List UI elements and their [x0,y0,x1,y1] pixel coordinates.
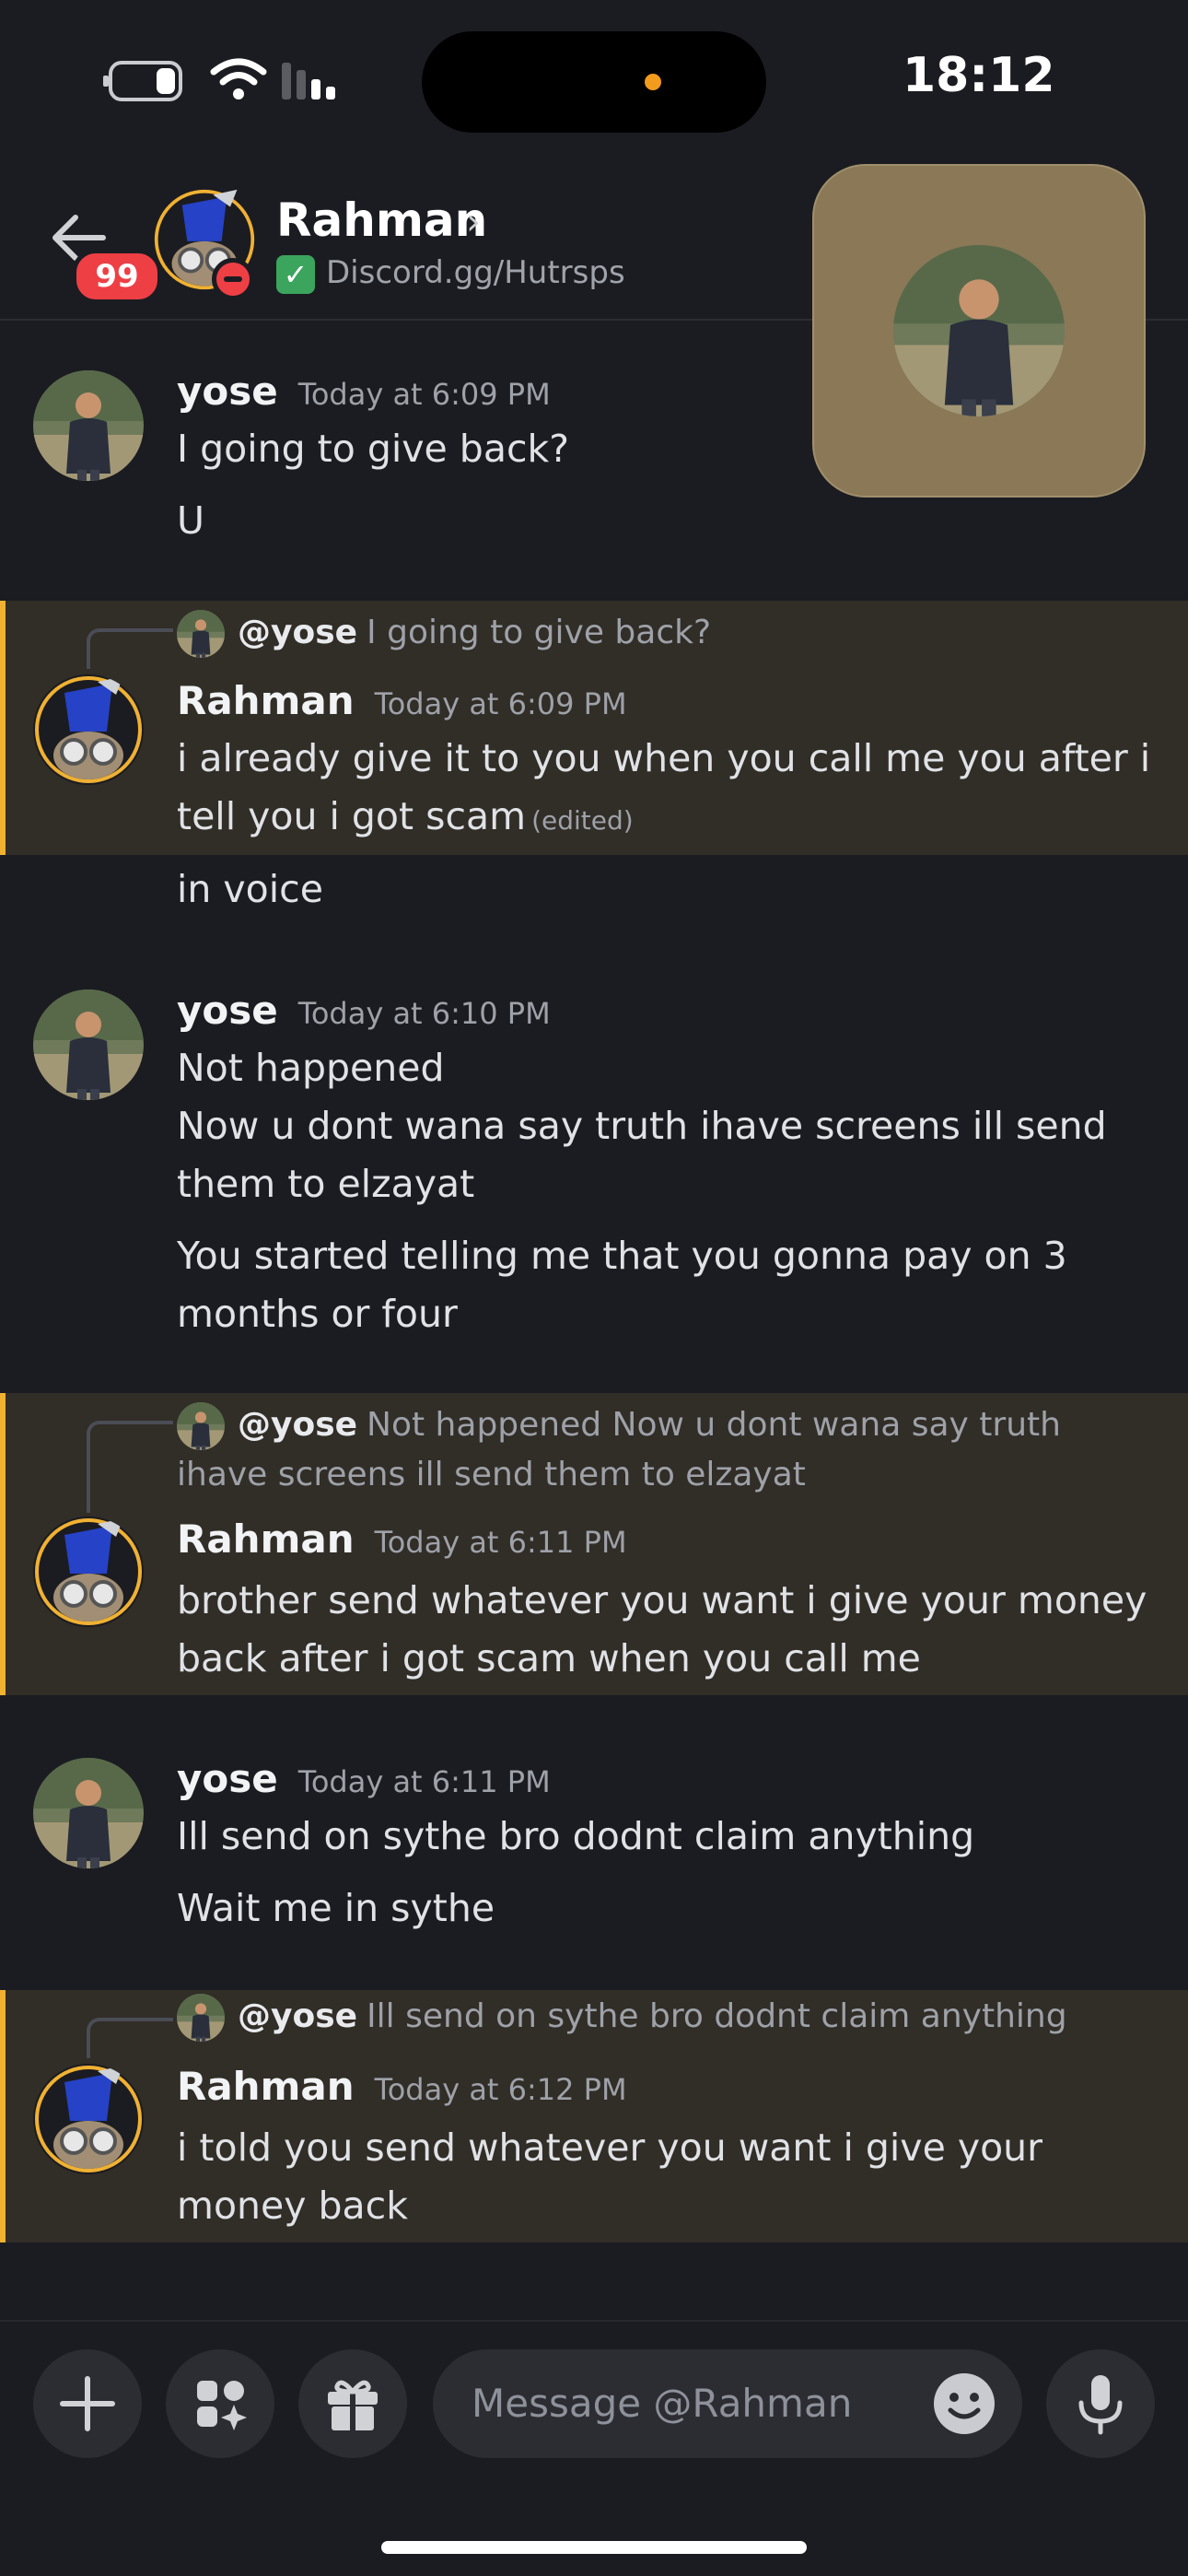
emoji-icon[interactable] [934,2373,995,2434]
message-text[interactable]: You started telling me that you gonna pa… [177,1227,1153,1343]
message-text[interactable]: Not happened [177,1039,1153,1097]
message-author[interactable]: yose Today at 6:11 PM [177,1756,551,1801]
avatar [177,1994,225,2042]
do-not-disturb-icon [212,258,254,300]
avatar[interactable] [33,2064,144,2174]
signal-icon [282,61,346,105]
dynamic-island [422,31,766,133]
reply-spine [87,628,173,669]
author-name[interactable]: yose [177,369,278,414]
chevron-right-icon[interactable]: › [466,201,481,243]
author-name[interactable]: Rahman [177,678,355,723]
message-text[interactable]: i already give it to you when you call m… [177,730,1153,849]
reply-preview[interactable]: @yose I going to give back? [177,608,1153,658]
author-name[interactable]: Rahman [177,2064,355,2109]
reply-preview[interactable]: @yose Ill send on sythe bro dodnt claim a… [177,1992,1153,2042]
message-timestamp: Today at 6:12 PM [374,2072,627,2107]
message-input[interactable]: Message @Rahman [433,2349,1022,2458]
message-timestamp: Today at 6:11 PM [374,1525,627,1560]
avatar [177,1402,225,1450]
unread-badge: 99 [72,249,162,304]
microphone-icon [1078,2375,1123,2435]
reply-author[interactable]: @yose [238,1997,357,2035]
gift-icon [328,2380,378,2430]
reply-text: I going to give back? [367,614,712,651]
battery-icon [103,61,192,105]
message-text[interactable]: Wait me in sythe [177,1879,1153,1938]
custom-status: ✓ Discord.gg/Hutrsps [276,254,625,294]
message-text[interactable]: in voice [177,861,1153,919]
reply-preview[interactable]: @yose Not happened Now u dont wana say tr… [177,1400,1153,1500]
plus-icon [60,2376,115,2431]
avatar[interactable] [33,1758,144,1868]
message-group-mention: @yose Ill send on sythe bro dodnt claim a… [0,1990,1188,2242]
message-author[interactable]: Rahman Today at 6:11 PM [177,1516,627,1562]
avatar[interactable] [33,989,144,1100]
message-timestamp: Today at 6:10 PM [297,996,551,1031]
message-timestamp: Today at 6:09 PM [374,686,627,721]
composer-divider [0,2320,1188,2322]
edited-label: (edited) [531,805,634,836]
gift-button[interactable] [298,2349,407,2458]
avatar[interactable] [33,1516,144,1627]
message-timestamp: Today at 6:11 PM [297,1764,551,1799]
avatar[interactable] [33,370,144,481]
message-group: yose Today at 6:11 PM Ill send on sythe b… [0,1738,1188,1968]
author-name[interactable]: yose [177,988,278,1033]
message-group: yose Today at 6:09 PM I going to give bac… [0,350,1188,599]
message-text[interactable]: i told you send whatever you want i give… [177,2119,1153,2235]
reply-spine [87,2018,173,2058]
status-time: 18:12 [903,48,1055,103]
message-text[interactable]: U [177,492,1153,550]
author-name[interactable]: Rahman [177,1516,355,1562]
check-icon: ✓ [276,254,315,294]
message-timestamp: Today at 6:09 PM [297,377,551,412]
reply-author[interactable]: @yose [238,614,357,651]
avatar[interactable] [33,674,144,785]
message-author[interactable]: Rahman Today at 6:12 PM [177,2064,627,2109]
message-author[interactable]: yose Today at 6:09 PM [177,369,551,414]
reply-author[interactable]: @yose [238,1406,357,1444]
message-input-placeholder: Message @Rahman [472,2381,853,2426]
message-author[interactable]: Rahman Today at 6:09 PM [177,678,627,723]
home-indicator[interactable] [381,2541,807,2554]
message-text[interactable]: Ill send on sythe bro dodnt claim anythi… [177,1808,1153,1866]
message-continuation: in voice [0,855,1188,929]
add-attachment-button[interactable] [33,2349,142,2458]
message-text[interactable]: Now u dont wana say truth ihave screens … [177,1097,1153,1213]
author-name[interactable]: yose [177,1756,278,1801]
message-body: i already give it to you when you call m… [177,736,1151,838]
reply-spine [87,1421,173,1513]
message-text[interactable]: brother send whatever you want i give yo… [177,1572,1153,1688]
reply-text: Ill send on sythe bro dodnt claim anythi… [367,1997,1067,2035]
message-group-mention: @yose Not happened Now u dont wana say tr… [0,1393,1188,1695]
message-group-mention: @yose I going to give back? Rahman Today a… [0,601,1188,855]
apps-button[interactable] [166,2349,274,2458]
message-text[interactable]: I going to give back? [177,420,1153,478]
avatar [177,610,225,658]
voice-message-button[interactable] [1046,2349,1155,2458]
message-group: yose Today at 6:10 PM Not happened Now u … [0,967,1188,1391]
dm-title[interactable]: Rahman [276,193,487,247]
custom-status-text: Discord.gg/Hutrsps [326,254,625,291]
apps-icon [197,2381,247,2430]
message-author[interactable]: yose Today at 6:10 PM [177,988,551,1033]
wifi-icon [210,57,267,105]
privacy-indicator-dot [645,74,661,90]
